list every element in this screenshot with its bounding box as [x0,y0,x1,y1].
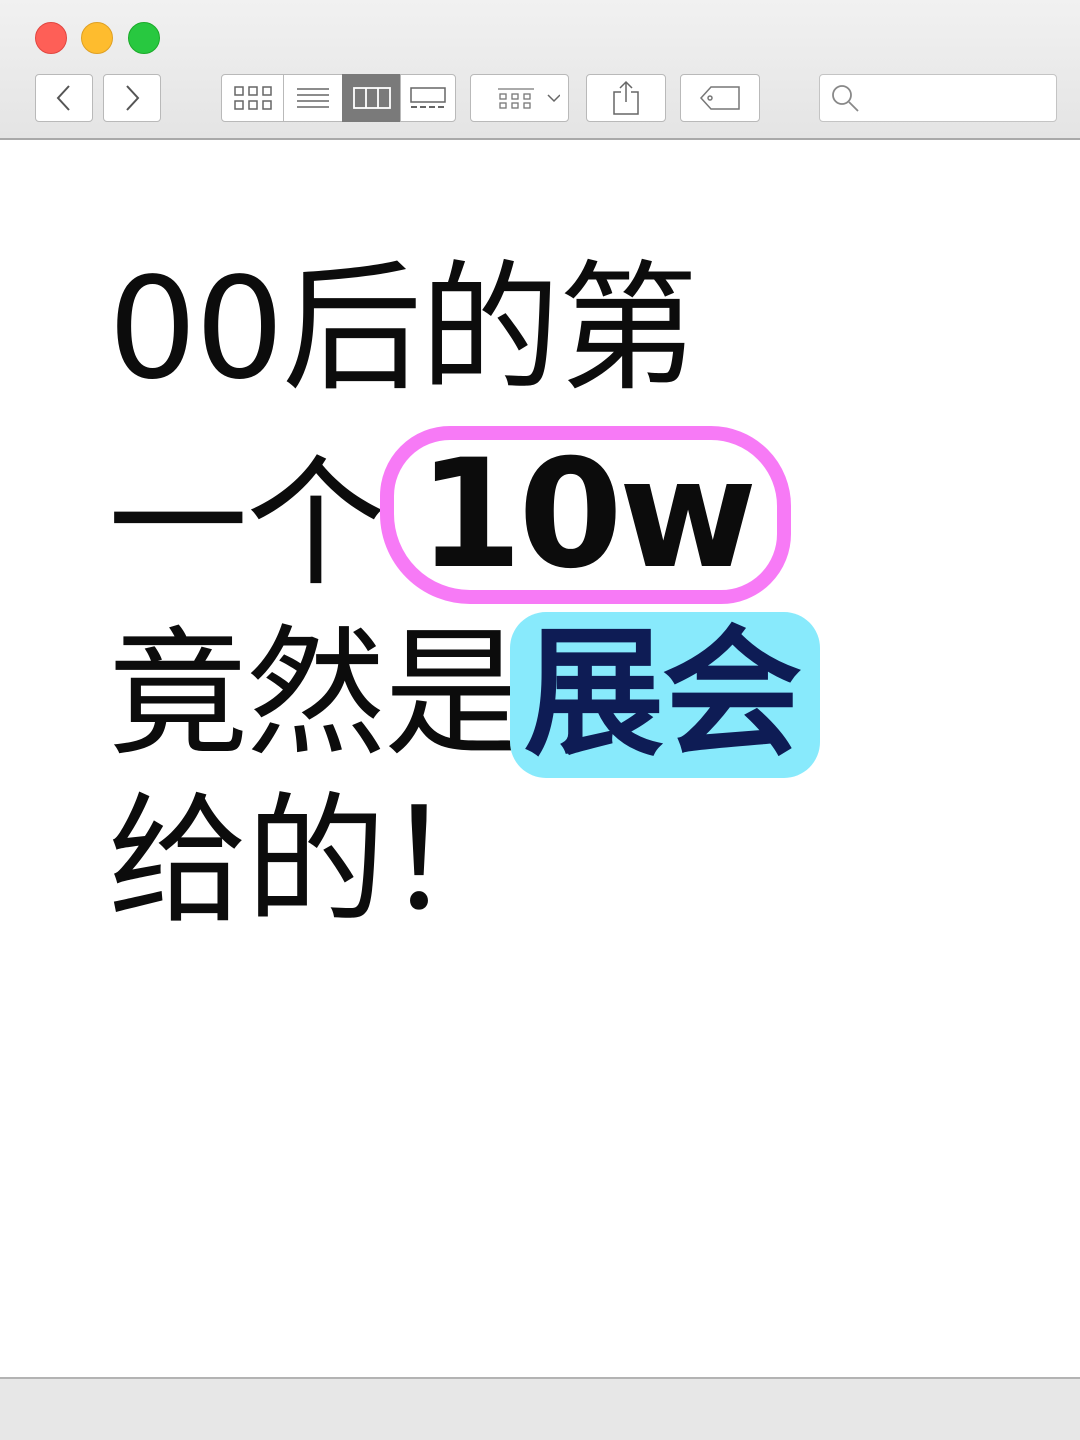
headline-line-2: 一个 10w [108,426,792,610]
icon-view-icon [233,86,272,110]
window-toolbar [0,0,1080,140]
headline-line-3-prefix: 竟然是 [108,613,524,776]
share-button[interactable] [586,74,666,122]
status-bar [0,1377,1080,1440]
content-area: 00后的第 一个 10w 竟然是展会 给的！ [0,142,1080,1377]
chevron-right-icon [126,85,140,111]
headline-line-3: 竟然是展会 [108,612,821,778]
gallery-view-button[interactable] [400,74,456,122]
headline-line-1: 00后的第 [108,248,698,411]
gallery-view-icon [410,87,446,108]
chevron-left-icon [56,85,70,111]
column-view-button[interactable] [342,74,401,122]
column-view-icon [352,87,391,109]
tag-icon [699,86,740,110]
list-view-button[interactable] [283,74,343,122]
search-icon [832,85,859,112]
headline-line-4: 给的！ [108,780,524,943]
circled-figure: 10w [380,426,792,604]
zoom-window-button[interactable] [128,22,160,54]
search-field[interactable] [819,74,1057,122]
forward-button[interactable] [103,74,161,122]
headline-line-2-prefix: 一个 [108,443,386,606]
minimize-window-button[interactable] [81,22,113,54]
search-input[interactable] [868,77,1052,119]
group-by-icon [497,88,560,109]
list-view-icon [297,88,329,108]
tag-button[interactable] [680,74,760,122]
icon-view-button[interactable] [221,74,284,122]
highlighted-keyword: 展会 [510,612,821,778]
back-button[interactable] [35,74,93,122]
close-window-button[interactable] [35,22,67,54]
share-icon [613,80,639,115]
group-by-dropdown[interactable] [470,74,569,122]
chevron-down-icon [546,94,560,103]
